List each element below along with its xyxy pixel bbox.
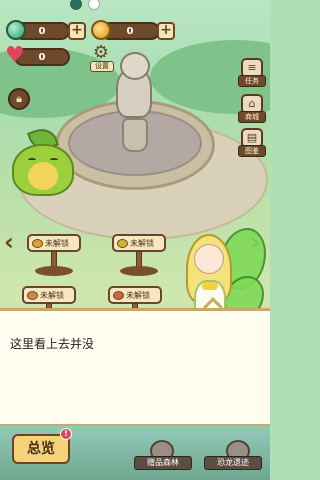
notification-badge: ! (60, 428, 72, 440)
gem-icon (6, 20, 26, 40)
dino-ruins-button[interactable]: 恐龙遗迹 (204, 440, 262, 472)
fountain-pedestal (122, 118, 148, 152)
seed-icon (27, 290, 38, 300)
soil-mound (35, 266, 73, 276)
side-item-label: 商城 (238, 111, 266, 123)
plot-signpost[interactable]: 未解锁 (27, 234, 81, 278)
gift-forest-label: 赠品森林 (134, 456, 192, 470)
plot-label: 未解锁 (130, 238, 154, 248)
seed-icon (117, 238, 128, 248)
heart-count: 0 (38, 51, 46, 63)
side-item-label: 图鉴 (238, 145, 266, 157)
seed-icon (113, 290, 124, 300)
plot-sign-board: 未解锁 (112, 234, 166, 252)
lock-button[interactable]: 🔒︎ (8, 88, 30, 110)
creature-eye (28, 158, 36, 162)
side-item-label: 任务 (238, 75, 266, 87)
add-coins-button[interactable]: + (157, 22, 175, 40)
plot-label: 未解锁 (126, 290, 150, 300)
fairy-face (194, 244, 224, 274)
plot-sign-board: 未解锁 (108, 286, 162, 304)
fairy-bow (202, 282, 218, 290)
plot-signpost[interactable]: 未解锁 (112, 234, 166, 278)
side-item-book[interactable]: ▤ 图鉴 (238, 128, 266, 158)
coin-icon (91, 20, 111, 40)
gear-icon: ⚙ (92, 42, 110, 63)
add-gems-button[interactable]: + (68, 22, 86, 40)
gem-count: 0 (38, 25, 46, 37)
coin-count: 0 (126, 25, 134, 37)
dialog-text: 这里看上去并没 (10, 337, 95, 351)
plot-label: 未解锁 (45, 238, 69, 248)
plot-label: 未解锁 (40, 290, 64, 300)
dialog-box[interactable]: 这里看上去并没 (0, 308, 270, 426)
side-item-task[interactable]: ≡ 任务 (238, 58, 266, 88)
settings-button[interactable]: ⚙ 设置 (90, 44, 114, 72)
soil-mound (120, 266, 158, 276)
seed-icon (32, 238, 43, 248)
green-creature[interactable] (6, 124, 78, 198)
creature-belly (28, 162, 58, 190)
gift-forest-button[interactable]: 赠品森林 (134, 440, 192, 472)
creature-eye (50, 158, 58, 162)
overview-label: 总览 (27, 441, 55, 457)
lock-icon: 🔒︎ (16, 92, 22, 105)
dino-ruins-label: 恐龙遗迹 (204, 456, 262, 470)
heart-icon: ♥ (5, 43, 25, 68)
side-item-shop[interactable]: ⌂ 商城 (238, 94, 266, 124)
plot-sign-board: 未解锁 (27, 234, 81, 252)
chevron-left-icon[interactable]: ‹ (4, 228, 14, 256)
statue-head (120, 52, 150, 80)
plot-sign-board: 未解锁 (22, 286, 76, 304)
